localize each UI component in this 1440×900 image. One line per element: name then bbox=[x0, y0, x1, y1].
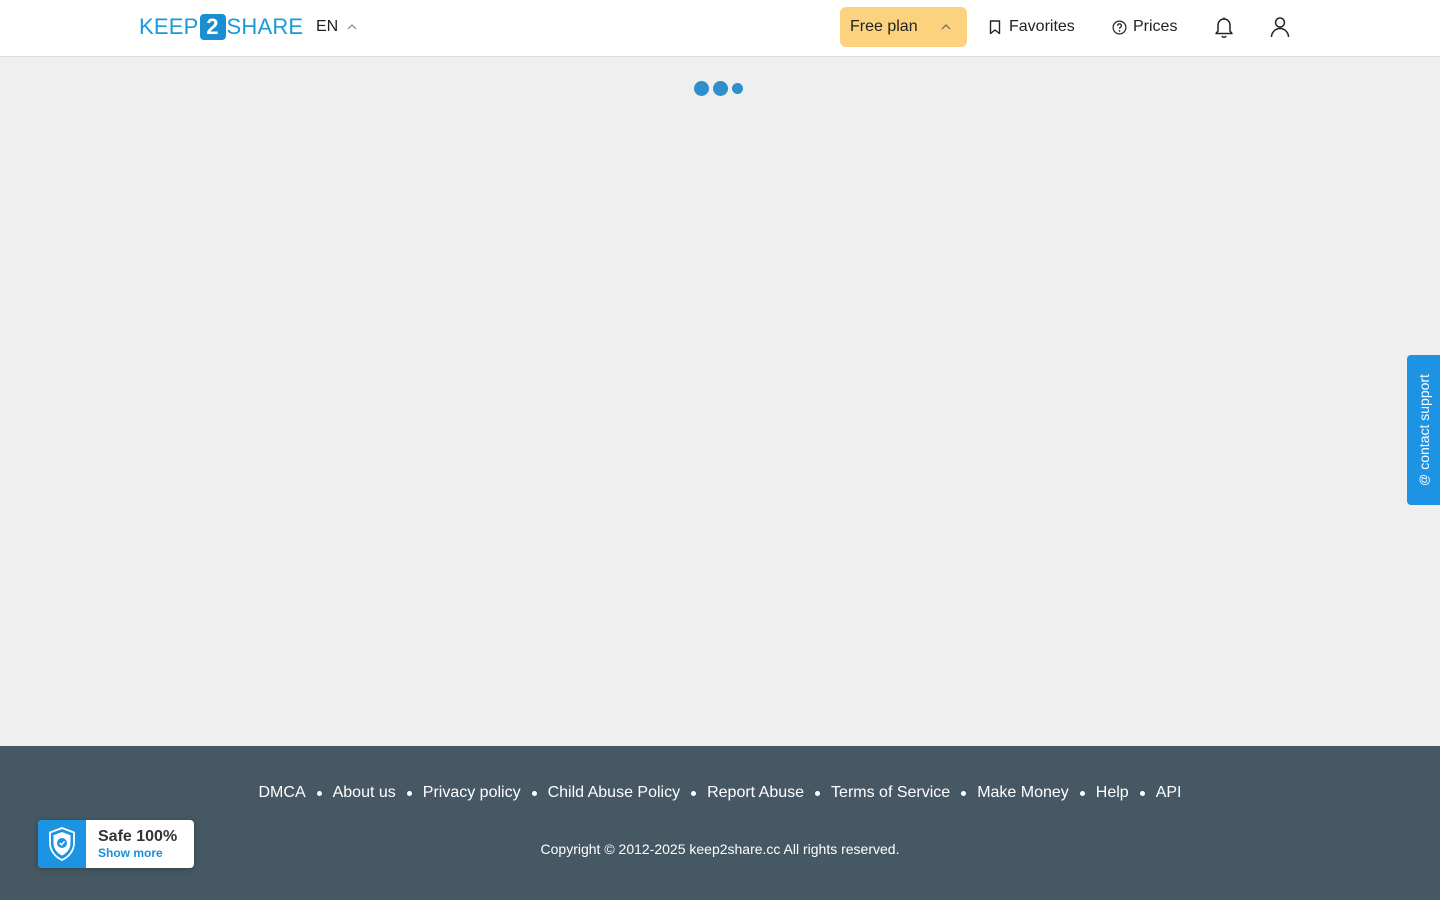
footer-links: DMCA About us Privacy policy Child Abuse… bbox=[0, 784, 1440, 802]
loading-dot bbox=[694, 80, 709, 96]
favorites-link[interactable]: Favorites bbox=[987, 16, 1075, 38]
footer-separator bbox=[815, 790, 821, 796]
bookmark-icon bbox=[987, 19, 1003, 35]
language-selector[interactable]: EN bbox=[316, 16, 357, 38]
safe-badge-title: Safe 100% bbox=[98, 828, 178, 845]
logo-text-left: KEEP bbox=[139, 14, 199, 39]
footer-separator bbox=[961, 790, 967, 796]
site-footer: DMCA About us Privacy policy Child Abuse… bbox=[0, 746, 1440, 900]
at-sign-icon: @ bbox=[1416, 473, 1431, 486]
contact-support-tab[interactable]: @ contact support bbox=[1407, 355, 1440, 505]
footer-link-dmca[interactable]: DMCA bbox=[259, 784, 306, 802]
footer-separator bbox=[316, 790, 322, 796]
loading-dot bbox=[713, 80, 728, 96]
contact-support-label: contact support bbox=[1415, 374, 1432, 470]
language-label: EN bbox=[316, 18, 339, 35]
footer-separator bbox=[1079, 790, 1085, 796]
chevron-up-icon bbox=[347, 22, 357, 32]
safe-badge-show-more-link[interactable]: Show more bbox=[98, 845, 177, 861]
prices-label: Prices bbox=[1133, 18, 1178, 35]
loading-dot bbox=[732, 82, 743, 94]
site-header: KEEP 2 SHARE EN Free plan Favorites Pric… bbox=[0, 0, 1440, 57]
footer-separator bbox=[691, 790, 697, 796]
footer-link-make-money[interactable]: Make Money bbox=[977, 784, 1069, 802]
logo-badge: 2 bbox=[199, 14, 226, 40]
footer-separator bbox=[531, 790, 537, 796]
safe-badge-text: Safe 100% Show more bbox=[86, 820, 177, 868]
keep2share-logo[interactable]: KEEP 2 SHARE bbox=[139, 14, 303, 40]
footer-link-report-abuse[interactable]: Report Abuse bbox=[707, 784, 804, 802]
shield-check-icon bbox=[38, 820, 86, 868]
footer-link-about-us[interactable]: About us bbox=[333, 784, 396, 802]
notifications-bell-icon[interactable] bbox=[1211, 14, 1237, 40]
plan-dropdown-button[interactable]: Free plan bbox=[840, 7, 967, 47]
contact-support-content: @ contact support bbox=[1416, 374, 1432, 486]
plan-label: Free plan bbox=[850, 18, 918, 35]
footer-link-api[interactable]: API bbox=[1156, 784, 1182, 802]
copyright-text: Copyright © 2012-2025 keep2share.cc All … bbox=[540, 841, 900, 857]
loading-spinner bbox=[694, 80, 747, 96]
footer-link-help[interactable]: Help bbox=[1096, 784, 1129, 802]
logo-text-right: SHARE bbox=[226, 14, 304, 39]
chevron-up-icon bbox=[941, 22, 951, 32]
footer-separator bbox=[406, 790, 412, 796]
footer-link-child-abuse-policy[interactable]: Child Abuse Policy bbox=[548, 784, 681, 802]
prices-link[interactable]: Prices bbox=[1111, 16, 1177, 38]
footer-link-terms-of-service[interactable]: Terms of Service bbox=[831, 784, 950, 802]
safe-badge[interactable]: Safe 100% Show more bbox=[38, 820, 194, 868]
user-account-icon[interactable] bbox=[1267, 14, 1293, 40]
footer-separator bbox=[1139, 790, 1145, 796]
favorites-label: Favorites bbox=[1009, 18, 1075, 35]
footer-link-privacy-policy[interactable]: Privacy policy bbox=[423, 784, 521, 802]
question-circle-icon bbox=[1111, 19, 1127, 35]
